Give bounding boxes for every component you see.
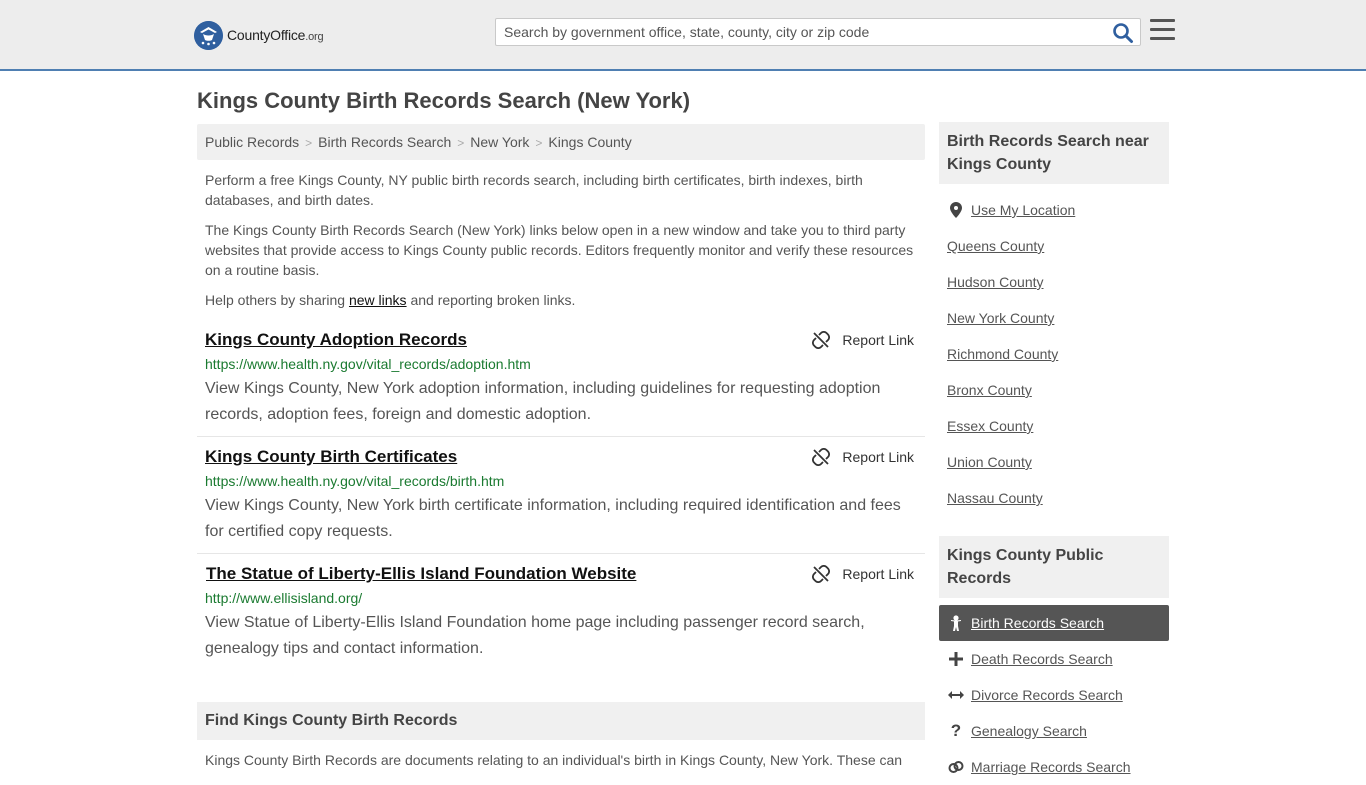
find-section-heading: Find Kings County Birth Records xyxy=(197,702,925,740)
report-link-button[interactable]: Report Link xyxy=(812,448,914,466)
report-link-label: Report Link xyxy=(842,449,914,465)
question-icon: ? xyxy=(950,721,962,740)
result-item: The Statue of Liberty-Ellis Island Found… xyxy=(197,564,925,664)
result-divider xyxy=(197,553,925,554)
result-title-link[interactable]: Kings County Adoption Records xyxy=(205,330,467,350)
intro-paragraph-2: The Kings County Birth Records Search (N… xyxy=(205,222,914,278)
new-links-link[interactable]: new links xyxy=(349,292,407,308)
report-link-label: Report Link xyxy=(842,566,914,582)
sidebar-item-label: Birth Records Search xyxy=(971,615,1105,631)
sidebar-item-birth-records-search[interactable]: Birth Records Search xyxy=(939,605,1169,641)
sidebar-item-genealogy-search[interactable]: ? Genealogy Search xyxy=(939,713,1169,749)
search-button[interactable] xyxy=(1112,22,1134,44)
help-text: Help others by sharing new links and rep… xyxy=(205,290,917,310)
sidebar-item-label: Death Records Search xyxy=(971,651,1113,667)
result-item: Kings County Birth Certificates Report L… xyxy=(197,447,925,547)
location-pin-icon xyxy=(947,202,965,218)
breadcrumb-separator-icon: > xyxy=(305,136,313,150)
hamburger-menu-icon[interactable] xyxy=(1150,19,1175,42)
breadcrumb-new-york[interactable]: New York xyxy=(470,134,529,150)
help-prefix: Help others by sharing xyxy=(205,292,349,308)
broken-link-icon xyxy=(812,448,831,466)
baby-icon xyxy=(947,615,965,631)
split-arrows-icon xyxy=(947,690,965,700)
breadcrumb: Public Records > Birth Records Search > New … xyxy=(197,124,925,160)
search-input[interactable] xyxy=(496,19,1096,45)
breadcrumb-separator-icon: > xyxy=(535,136,543,150)
public-records-heading: Kings County Public Records xyxy=(939,536,1169,598)
result-title-link[interactable]: Kings County Birth Certificates xyxy=(205,447,457,467)
result-title-link[interactable]: The Statue of Liberty-Ellis Island Found… xyxy=(206,564,636,584)
result-url: https://www.health.ny.gov/vital_records/… xyxy=(205,473,505,489)
report-link-button[interactable]: Report Link xyxy=(812,565,914,583)
breadcrumb-separator-icon: > xyxy=(457,136,465,150)
nearby-heading: Birth Records Search near Kings County xyxy=(939,122,1169,184)
nearby-link-queens-county[interactable]: Queens County xyxy=(947,238,1044,254)
result-url: https://www.health.ny.gov/vital_records/… xyxy=(205,356,531,372)
cross-icon xyxy=(947,652,965,666)
use-my-location-link[interactable]: Use My Location xyxy=(939,192,1169,228)
broken-link-icon xyxy=(812,565,831,583)
intro-paragraph-1: Perform a free Kings County, NY public b… xyxy=(205,172,863,208)
sidebar-item-label: Divorce Records Search xyxy=(971,687,1123,703)
breadcrumb-birth-records-search[interactable]: Birth Records Search xyxy=(318,134,451,150)
breadcrumb-public-records[interactable]: Public Records xyxy=(205,134,299,150)
result-description: View Kings County, New York adoption inf… xyxy=(205,380,881,423)
nearby-link-nassau-county[interactable]: Nassau County xyxy=(947,490,1043,506)
page-title: Kings County Birth Records Search (New Y… xyxy=(197,88,691,113)
result-description: View Statue of Liberty-Ellis Island Foun… xyxy=(205,614,865,657)
sidebar-item-death-records-search[interactable]: Death Records Search xyxy=(939,641,1169,677)
sidebar-item-label: Marriage Records Search xyxy=(971,759,1131,775)
find-section-text: Kings County Birth Records are documents… xyxy=(205,752,903,768)
result-item: Kings County Adoption Records Report Lin… xyxy=(197,330,925,430)
nearby-link-union-county[interactable]: Union County xyxy=(947,454,1032,470)
search-icon xyxy=(1113,23,1133,43)
logo-text: CountyOffice.org xyxy=(227,27,324,43)
use-my-location-label: Use My Location xyxy=(971,202,1076,218)
logo-text-main: CountyOffice xyxy=(227,27,306,43)
nearby-link-hudson-county[interactable]: Hudson County xyxy=(947,274,1044,290)
nearby-link-essex-county[interactable]: Essex County xyxy=(947,418,1033,434)
broken-link-icon xyxy=(812,331,831,349)
nearby-link-new-york-county[interactable]: New York County xyxy=(947,310,1054,326)
logo-text-tld: .org xyxy=(305,31,324,43)
rings-icon xyxy=(947,760,965,774)
nearby-link-richmond-county[interactable]: Richmond County xyxy=(947,346,1058,362)
top-header: CountyOffice.org xyxy=(0,0,1366,71)
sidebar-item-divorce-records-search[interactable]: Divorce Records Search xyxy=(939,677,1169,713)
sidebar-item-label: Genealogy Search xyxy=(971,723,1087,739)
help-suffix: and reporting broken links. xyxy=(406,292,576,308)
report-link-label: Report Link xyxy=(842,332,914,348)
result-divider xyxy=(197,436,925,437)
site-logo[interactable]: CountyOffice.org xyxy=(194,20,324,50)
intro-text: Perform a free Kings County, NY public b… xyxy=(205,170,917,320)
logo-badge-icon xyxy=(194,20,223,50)
result-description: View Kings County, New York birth certif… xyxy=(205,497,901,540)
breadcrumb-kings-county: Kings County xyxy=(548,134,632,150)
report-link-button[interactable]: Report Link xyxy=(812,331,914,349)
sidebar-item-marriage-records-search[interactable]: Marriage Records Search xyxy=(939,749,1169,785)
search-box xyxy=(495,18,1141,46)
result-url: http://www.ellisisland.org/ xyxy=(205,590,363,606)
nearby-link-bronx-county[interactable]: Bronx County xyxy=(947,382,1032,398)
